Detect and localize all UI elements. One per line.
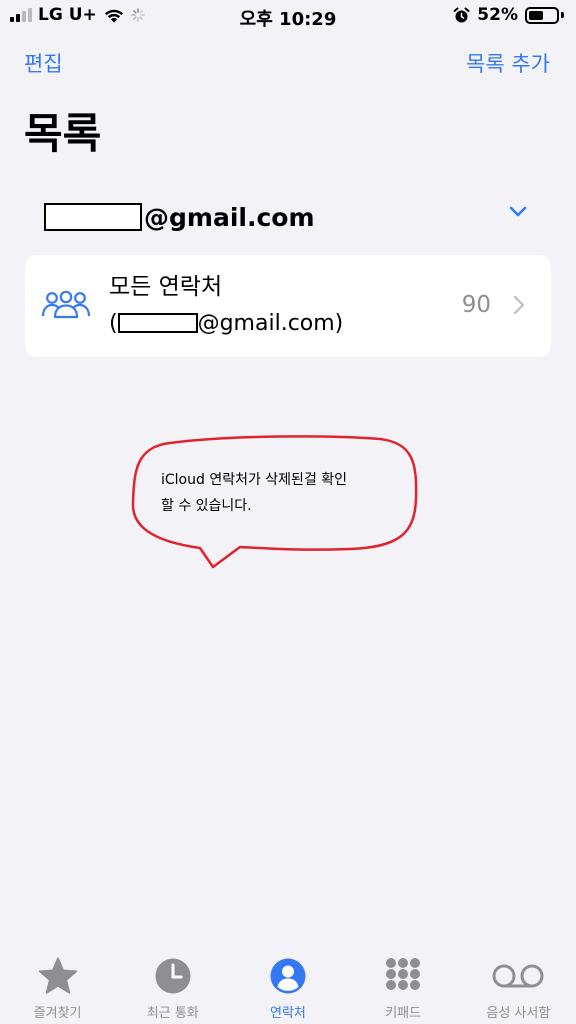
list-title: 모든 연락처 <box>109 274 223 300</box>
tab-bar: 즐겨찾기 최근 통화 연락처 키패드 음성 사서함 <box>0 950 576 1024</box>
redacted-subtitle-name <box>117 313 198 333</box>
edit-button[interactable]: 편집 <box>24 48 63 78</box>
keypad-icon <box>386 958 421 990</box>
account-email-suffix: @gmail.com <box>144 203 315 232</box>
account-header[interactable]: @gmail.com <box>44 199 534 237</box>
tab-label: 최근 통화 <box>146 1006 199 1021</box>
list-subtitle: ( @gmail.com) <box>109 308 343 340</box>
redacted-account-name <box>44 203 142 231</box>
tab-keypad[interactable]: 키패드 <box>346 950 461 1024</box>
battery-level <box>529 10 543 20</box>
star-icon <box>38 957 77 994</box>
annotation-callout: iCloud 연락처가 삭제된걸 확인 할 수 있습니다. <box>130 433 420 573</box>
clock-icon <box>155 958 191 994</box>
tab-recents[interactable]: 최근 통화 <box>115 950 230 1024</box>
chevron-right-icon <box>513 295 525 315</box>
status-right: 52% <box>453 5 564 25</box>
add-list-button[interactable]: 목록 추가 <box>466 48 550 78</box>
list-subtitle-suffix: @gmail.com) <box>197 311 344 336</box>
chevron-down-icon[interactable] <box>508 205 528 219</box>
tab-contacts[interactable]: 연락처 <box>230 950 345 1024</box>
tab-label: 음성 사서함 <box>486 1006 551 1021</box>
battery-icon <box>525 6 559 24</box>
list-subtitle-open: ( <box>109 311 118 336</box>
contact-count: 90 <box>461 292 491 318</box>
people-group-icon <box>41 290 91 319</box>
tab-favorites[interactable]: 즐겨찾기 <box>0 950 115 1024</box>
annotation-text: iCloud 연락처가 삭제된걸 확인 할 수 있습니다. <box>161 467 401 519</box>
battery-percent: 52% <box>477 5 518 25</box>
tab-label: 연락처 <box>270 1006 306 1021</box>
page-title: 목록 <box>24 109 102 158</box>
tab-voicemail[interactable]: 음성 사서함 <box>461 950 576 1024</box>
status-bar: LG U+ 오후 10:29 52% <box>0 0 576 34</box>
alarm-icon <box>453 7 470 22</box>
contact-icon <box>270 958 306 994</box>
annotation-line-1: iCloud 연락처가 삭제된걸 확인 <box>161 472 348 488</box>
tab-label: 키패드 <box>385 1006 422 1021</box>
tab-label: 즐겨찾기 <box>33 1006 82 1021</box>
battery-cap <box>561 12 564 18</box>
voicemail-icon <box>492 964 544 988</box>
annotation-line-2: 할 수 있습니다. <box>161 498 252 514</box>
all-contacts-row[interactable]: 모든 연락처 ( @gmail.com) 90 <box>25 255 551 357</box>
